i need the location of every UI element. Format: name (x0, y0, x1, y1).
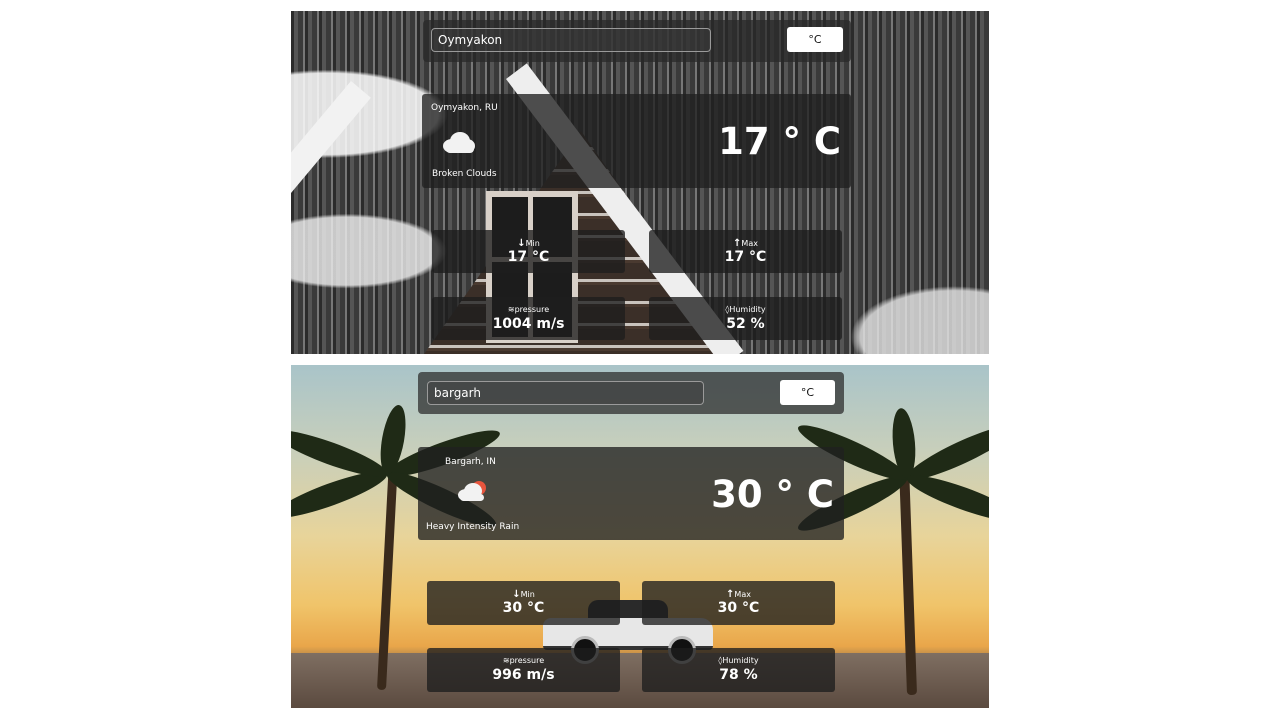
min-temp-value: 30 °C (502, 600, 545, 616)
current-weather-card: Oymyakon, RU Broken Clouds 17 ° C (422, 94, 851, 188)
location-label: Oymyakon, RU (431, 103, 498, 113)
humidity-label: Humidity (729, 305, 766, 314)
max-temp-value: 30 °C (717, 600, 760, 616)
unit-toggle-button[interactable]: °C (787, 27, 843, 52)
max-label: Max (741, 239, 758, 248)
arrow-down-icon: ↓ (512, 589, 521, 600)
min-temp-value: 17 °C (507, 249, 550, 265)
humidity-value: 78 % (719, 667, 758, 683)
humidity-card: ◊Humidity 78 % (642, 648, 835, 692)
max-temp-card: ↑Max 17 °C (649, 230, 842, 273)
condition-label: Broken Clouds (432, 169, 497, 179)
palm-tree-right (793, 407, 989, 696)
humidity-card: ◊Humidity 52 % (649, 297, 842, 340)
pressure-label: pressure (514, 305, 550, 314)
location-label: Bargarh, IN (445, 457, 496, 467)
weather-panel-bargarh: °C Bargarh, IN Heavy Intensity Rain 30 °… (291, 365, 989, 708)
search-input[interactable] (431, 28, 711, 52)
cloud-sun-icon (458, 481, 486, 501)
wind-icon: ≋ (502, 656, 510, 665)
min-label: Min (525, 239, 540, 248)
min-temp-card: ↓Min 30 °C (427, 581, 620, 625)
wind-icon: ≋ (507, 305, 515, 314)
pressure-card: ≋pressure 1004 m/s (432, 297, 625, 340)
search-bar: °C (418, 372, 844, 414)
weather-panel-oymyakon: °C Oymyakon, RU Broken Clouds 17 ° C ↓Mi… (291, 11, 989, 354)
cloud-icon (443, 132, 475, 153)
humidity-value: 52 % (726, 316, 765, 332)
pressure-value: 996 m/s (492, 667, 555, 683)
arrow-down-icon: ↓ (517, 238, 526, 249)
temperature-value: 17 ° C (718, 120, 841, 163)
condition-label: Heavy Intensity Rain (426, 522, 520, 532)
humidity-label: Humidity (722, 656, 759, 665)
pressure-card: ≋pressure 996 m/s (427, 648, 620, 692)
unit-toggle-button[interactable]: °C (780, 380, 835, 405)
pressure-value: 1004 m/s (492, 316, 565, 332)
max-temp-card: ↑Max 30 °C (642, 581, 835, 625)
max-temp-value: 17 °C (724, 249, 767, 265)
pressure-label: pressure (509, 656, 545, 665)
search-input[interactable] (427, 381, 704, 405)
temperature-value: 30 ° C (711, 473, 834, 516)
min-temp-card: ↓Min 17 °C (432, 230, 625, 273)
max-label: Max (734, 590, 751, 599)
current-weather-card: Bargarh, IN Heavy Intensity Rain 30 ° C (418, 447, 844, 540)
min-label: Min (520, 590, 535, 599)
search-bar: °C (423, 20, 851, 62)
